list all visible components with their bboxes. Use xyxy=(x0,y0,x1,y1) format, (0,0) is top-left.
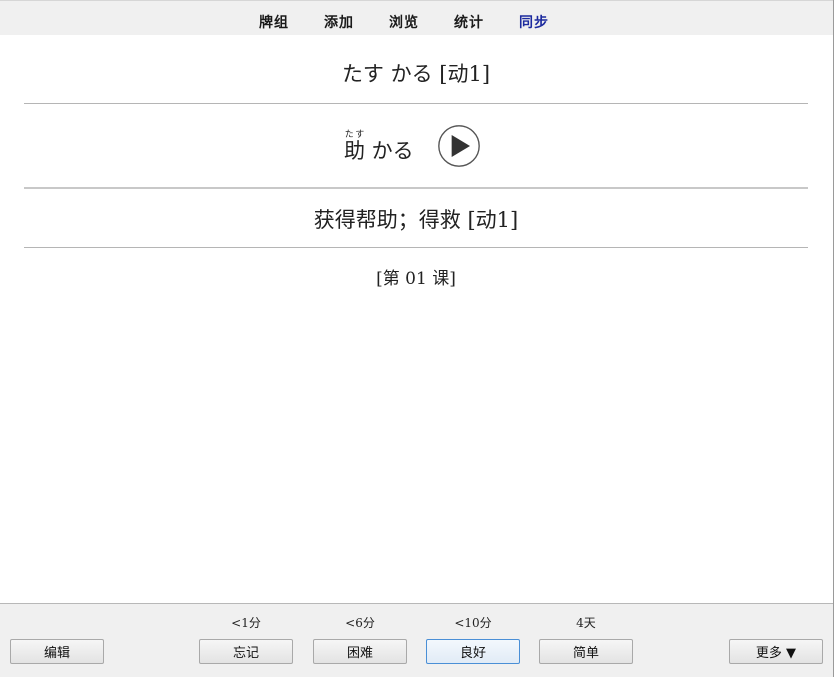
top-toolbar: 牌组 添加 浏览 统计 同步 xyxy=(0,0,833,35)
furigana: たす xyxy=(344,130,365,140)
hard-interval: <6分 xyxy=(345,616,375,630)
card-content: たす かる [动1] 助たす かる 获得帮助；得救 [动1] [第 01 课] xyxy=(24,36,808,310)
okurigana: かる xyxy=(365,139,414,163)
nav-browse[interactable]: 浏览 xyxy=(389,12,419,32)
easy-button[interactable]: 简单 xyxy=(539,639,633,664)
word-with-furigana: 助たす かる xyxy=(344,130,414,165)
kanji: 助 xyxy=(344,139,365,163)
nav-sync[interactable]: 同步 xyxy=(519,12,549,32)
good-interval: <10分 xyxy=(454,616,492,630)
easy-interval: 4天 xyxy=(576,616,596,630)
nav-add[interactable]: 添加 xyxy=(324,12,354,32)
nav-stats[interactable]: 统计 xyxy=(454,12,484,32)
review-window: 牌组 添加 浏览 统计 同步 たす かる [动1] 助たす かる 获得帮助；得救… xyxy=(0,0,834,677)
edit-button[interactable]: 编辑 xyxy=(10,639,104,664)
good-button[interactable]: 良好 xyxy=(426,639,520,664)
answer-bar: 编辑 <1分 <6分 <10分 4天 忘记 困难 良好 简单 更多 ▼ xyxy=(0,603,833,677)
card-front: たす かる [动1] xyxy=(24,36,808,104)
kanji-ruby: 助たす xyxy=(344,131,365,164)
more-button[interactable]: 更多 ▼ xyxy=(729,639,823,664)
again-interval: <1分 xyxy=(231,616,261,630)
card-lesson: [第 01 课] xyxy=(376,269,456,289)
card-reading: 助たす かる xyxy=(24,104,808,189)
nav-decks[interactable]: 牌组 xyxy=(259,12,289,32)
card-meaning: 获得帮助；得救 [动1] xyxy=(24,189,808,248)
hard-button[interactable]: 困难 xyxy=(313,639,407,664)
play-audio-icon[interactable] xyxy=(437,124,481,168)
again-button[interactable]: 忘记 xyxy=(199,639,293,664)
main-nav: 牌组 添加 浏览 统计 同步 xyxy=(259,12,549,32)
